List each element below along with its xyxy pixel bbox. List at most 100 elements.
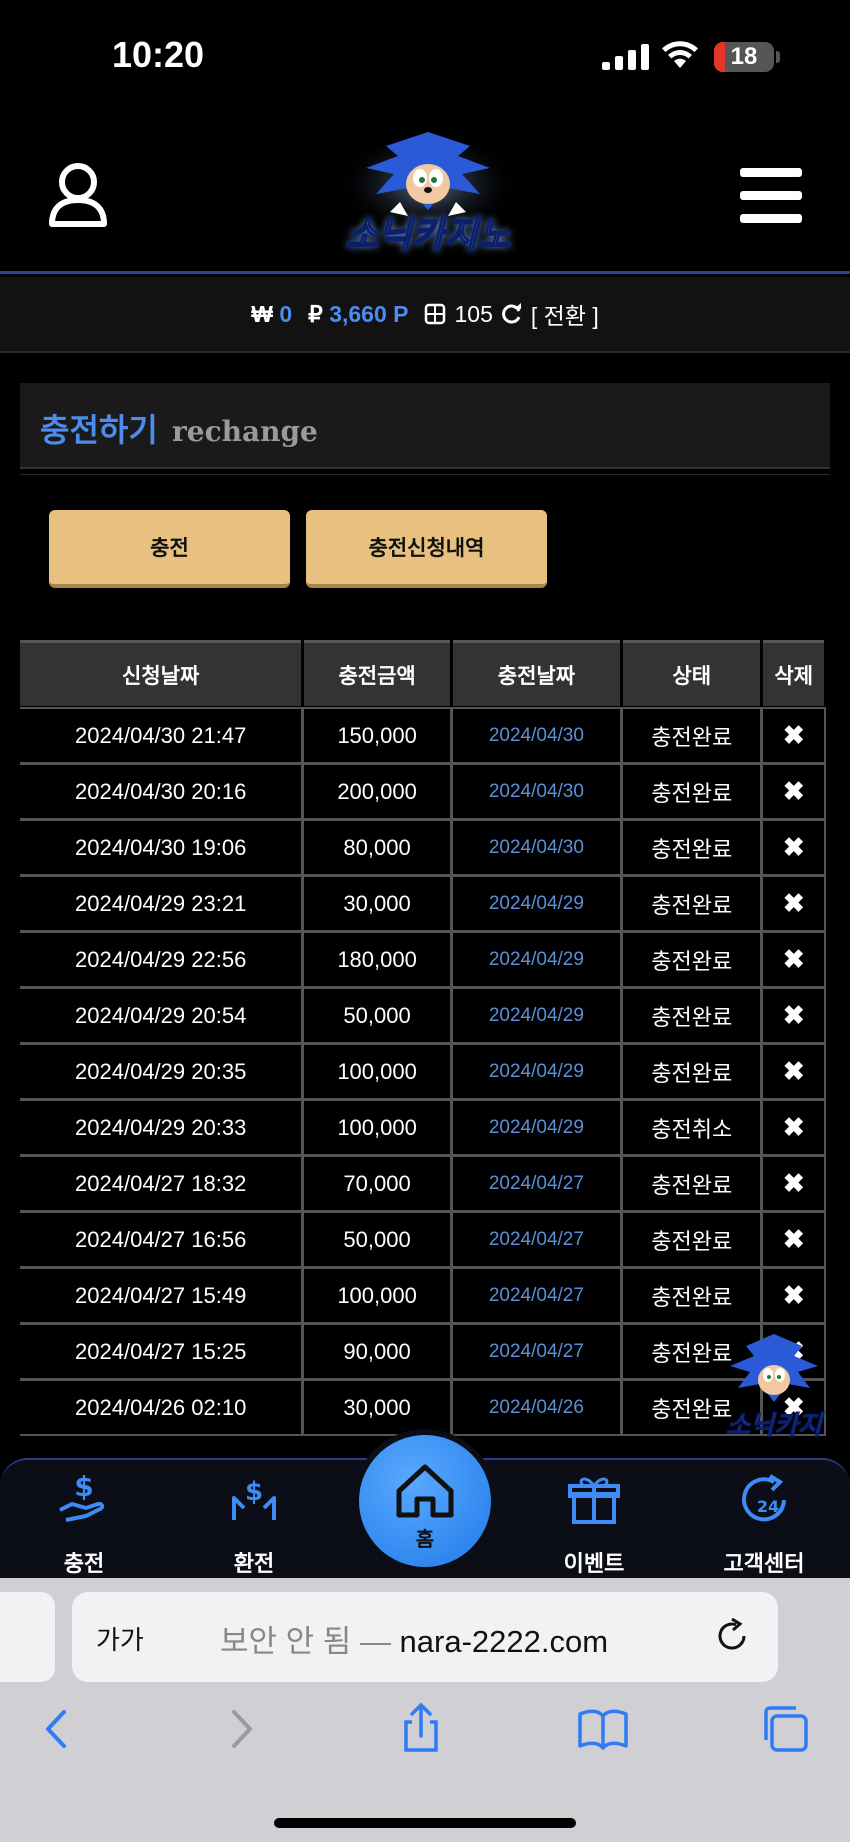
nav-event[interactable]: 이벤트 (534, 1470, 654, 1578)
cell-charge-date: 2024/04/26 (450, 1379, 623, 1436)
reload-icon[interactable] (714, 1618, 750, 1654)
cell-request-date: 2024/04/30 20:16 (20, 763, 304, 820)
refresh-icon[interactable] (501, 303, 523, 325)
cell-amount: 50,000 (302, 1211, 452, 1268)
cell-charge-date: 2024/04/30 (450, 763, 623, 820)
cell-status: 충전완료 (620, 875, 763, 932)
cell-status: 충전취소 (620, 1099, 763, 1156)
cell-amount: 100,000 (302, 1267, 452, 1324)
section-header: 충전하기 rechange (20, 383, 830, 469)
cell-request-date: 2024/04/27 15:25 (20, 1323, 304, 1380)
cell-charge-date: 2024/04/27 (450, 1323, 623, 1380)
forward-icon[interactable] (214, 1702, 268, 1756)
svg-text:$: $ (74, 1470, 93, 1503)
cell-request-date: 2024/04/27 16:56 (20, 1211, 304, 1268)
exchange-hand-icon: $ (232, 1477, 276, 1520)
delete-icon[interactable]: ✖ (761, 819, 826, 876)
cell-amount: 200,000 (302, 763, 452, 820)
nav-exchange[interactable]: $ 환전 (194, 1470, 314, 1578)
delete-icon[interactable]: ✖ (761, 931, 826, 988)
home-indicator (274, 1818, 576, 1828)
share-icon[interactable] (394, 1702, 448, 1756)
cell-charge-date: 2024/04/27 (450, 1211, 623, 1268)
table-row: 2024/04/30 21:47 150,000 2024/04/30 충전완료 ✖ (20, 707, 826, 764)
cell-charge-date: 2024/04/29 (450, 931, 623, 988)
cell-amount: 180,000 (302, 931, 452, 988)
cell-amount: 80,000 (302, 819, 452, 876)
delete-icon[interactable]: ✖ (761, 1211, 826, 1268)
cell-request-date: 2024/04/29 23:21 (20, 875, 304, 932)
delete-icon[interactable]: ✖ (761, 987, 826, 1044)
cell-amount: 50,000 (302, 987, 452, 1044)
home-icon (396, 1464, 454, 1518)
cell-amount: 150,000 (302, 707, 452, 764)
nav-support[interactable]: 24 고객센터 (704, 1470, 824, 1578)
cell-request-date: 2024/04/29 20:54 (20, 987, 304, 1044)
nav-exchange-label: 환전 (233, 1552, 275, 1577)
charge-button[interactable]: 충전 (49, 510, 290, 588)
cell-status: 충전완료 (620, 763, 763, 820)
previous-tab[interactable] (0, 1592, 55, 1682)
cell-status: 충전완료 (620, 931, 763, 988)
reader-aa-button[interactable]: 가가 (96, 1620, 144, 1657)
cell-status: 충전완료 (620, 819, 763, 876)
battery-level: 18 (730, 43, 758, 70)
tabs-icon[interactable] (758, 1702, 812, 1756)
delete-icon[interactable]: ✖ (761, 1099, 826, 1156)
point-icon: ₽ (308, 300, 323, 327)
cell-charge-date: 2024/04/27 (450, 1155, 623, 1212)
status-bar: 10:20 18 (0, 0, 850, 110)
table-row: 2024/04/29 20:33 100,000 2024/04/29 충전취소 ✖ (20, 1099, 826, 1156)
url-domain: nara-2222.com (399, 1624, 609, 1659)
bookmarks-icon[interactable] (576, 1702, 630, 1756)
cell-request-date: 2024/04/27 15:49 (20, 1267, 304, 1324)
table-row: 2024/04/27 15:2590,0002024/04/27충전완료✖ (20, 1323, 826, 1380)
nav-home[interactable]: 홈 (359, 1435, 491, 1567)
address-bar[interactable]: 가가 보안 안 됨 — nara-2222.com (72, 1592, 778, 1682)
cell-status: 충전완료 (620, 1211, 763, 1268)
delete-icon[interactable]: ✖ (761, 1155, 826, 1212)
table-row: 2024/04/27 18:32 70,000 2024/04/27 충전완료 ✖ (20, 1155, 826, 1212)
convert-button[interactable]: [ 전환 ] (531, 297, 599, 331)
section-subtitle: rechange (172, 415, 318, 448)
table-row: 2024/04/29 22:56 180,000 2024/04/29 충전완료 ✖ (20, 931, 826, 988)
header-request-date: 신청날짜 (20, 640, 302, 706)
charge-history-button[interactable]: 충전신청내역 (306, 510, 547, 588)
chip-balance: 105 [ 전환 ] (424, 297, 599, 331)
chip-value: 105 (454, 300, 493, 327)
delete-icon[interactable]: ✖ (761, 875, 826, 932)
balance-bar: ₩ 0 ₽ 3,660 P 105 [ 전환 ] (0, 277, 850, 353)
table-row: 2024/04/29 20:35 100,000 2024/04/29 충전완료 ✖ (20, 1043, 826, 1100)
back-icon[interactable] (30, 1702, 84, 1756)
nav-event-label: 이벤트 (563, 1552, 625, 1577)
gift-icon (568, 1477, 620, 1524)
charge-history-table: 신청날짜 충전금액 충전날짜 상태 삭제 2024/04/30 21:47 150… (20, 640, 830, 1460)
site-header: 소닉카지노 (0, 110, 850, 274)
cell-charge-date: 2024/04/30 (450, 707, 623, 764)
table-row: 2024/04/29 20:54 50,000 2024/04/29 충전완료 ✖ (20, 987, 826, 1044)
cell-charge-date: 2024/04/29 (450, 875, 623, 932)
cell-status: 충전완료 (620, 1155, 763, 1212)
wifi-icon (662, 41, 698, 68)
cell-status: 충전완료 (620, 1043, 763, 1100)
cell-amount: 30,000 (302, 875, 452, 932)
site-logo[interactable]: 소닉카지노 (330, 124, 526, 266)
table-row: 2024/04/27 15:49 100,000 2024/04/27 충전완료 ✖ (20, 1267, 826, 1324)
nav-charge[interactable]: $ 충전 (24, 1470, 144, 1578)
hamburger-menu-icon[interactable] (740, 168, 802, 224)
header-charge-date: 충전날짜 (452, 640, 620, 706)
cell-request-date: 2024/04/29 20:33 (20, 1099, 304, 1156)
delete-icon[interactable]: ✖ (761, 707, 826, 764)
cell-charge-date: 2024/04/29 (450, 1099, 623, 1156)
header-status: 상태 (623, 640, 761, 706)
delete-icon[interactable]: ✖ (761, 1267, 826, 1324)
cell-amount: 100,000 (302, 1043, 452, 1100)
delete-icon[interactable]: ✖ (761, 763, 826, 820)
delete-icon[interactable]: ✖ (761, 1043, 826, 1100)
cell-amount: 70,000 (302, 1155, 452, 1212)
table-row: 2024/04/27 16:56 50,000 2024/04/27 충전완료 ✖ (20, 1211, 826, 1268)
user-profile-icon[interactable] (48, 162, 108, 228)
url-insecure-label: 보안 안 됨 — (220, 1624, 400, 1659)
floating-mascot-icon[interactable]: 소닉카지 (718, 1330, 830, 1444)
cell-status: 충전완료 (620, 707, 763, 764)
